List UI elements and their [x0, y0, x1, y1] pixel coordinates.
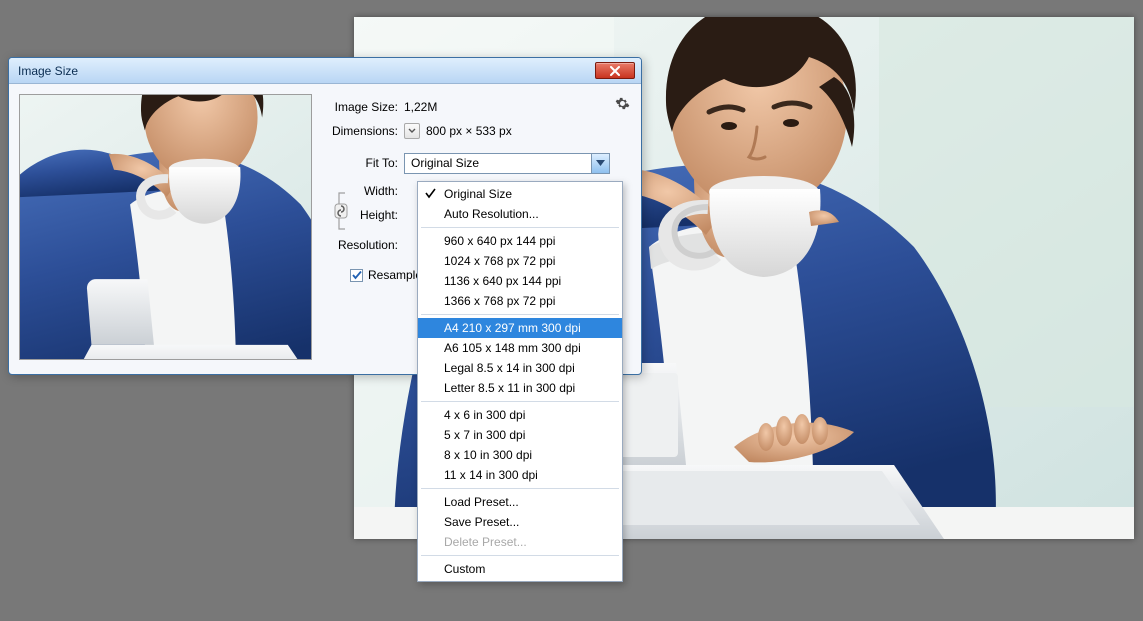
fit-to-option[interactable]: 4 x 6 in 300 dpi — [418, 405, 622, 425]
settings-gear-button[interactable] — [613, 94, 631, 112]
fit-to-option[interactable]: 5 x 7 in 300 dpi — [418, 425, 622, 445]
fit-to-option-label: A6 105 x 148 mm 300 dpi — [444, 341, 581, 355]
fit-to-option[interactable]: 11 x 14 in 300 dpi — [418, 465, 622, 485]
menu-separator — [421, 401, 619, 402]
fit-to-option-label: 960 x 640 px 144 ppi — [444, 234, 555, 248]
dialog-titlebar[interactable]: Image Size — [9, 58, 641, 84]
fit-to-option[interactable]: 1366 x 768 px 72 ppi — [418, 291, 622, 311]
fit-to-option: Delete Preset... — [418, 532, 622, 552]
fit-to-option[interactable]: Original Size — [418, 184, 622, 204]
fit-to-option-label: Auto Resolution... — [444, 207, 539, 221]
fit-to-option[interactable]: A4 210 x 297 mm 300 dpi — [418, 318, 622, 338]
menu-separator — [421, 555, 619, 556]
fit-to-option-label: 1136 x 640 px 144 ppi — [444, 274, 561, 288]
link-width-height[interactable] — [330, 188, 352, 234]
fit-to-option[interactable]: Custom — [418, 559, 622, 579]
menu-separator — [421, 314, 619, 315]
fit-to-option[interactable]: Letter 8.5 x 11 in 300 dpi — [418, 378, 622, 398]
resolution-label: Resolution: — [322, 238, 404, 252]
fit-to-option-label: 1024 x 768 px 72 ppi — [444, 254, 555, 268]
dialog-title: Image Size — [18, 64, 595, 78]
fit-to-option[interactable]: Load Preset... — [418, 492, 622, 512]
close-icon — [609, 66, 621, 76]
image-size-value: 1,22M — [404, 100, 437, 114]
fit-to-combo[interactable]: Original Size — [404, 153, 610, 174]
chevron-down-icon — [408, 128, 416, 134]
fit-to-option[interactable]: Save Preset... — [418, 512, 622, 532]
fit-to-value: Original Size — [405, 156, 591, 170]
fit-to-option-label: 8 x 10 in 300 dpi — [444, 448, 532, 462]
fit-to-option-label: Custom — [444, 562, 485, 576]
fit-to-option-label: A4 210 x 297 mm 300 dpi — [444, 321, 581, 335]
fit-to-option-label: Load Preset... — [444, 495, 519, 509]
dimensions-label: Dimensions: — [322, 124, 404, 138]
resample-checkbox[interactable] — [350, 269, 363, 282]
close-button[interactable] — [595, 62, 635, 79]
fit-to-option[interactable]: 1024 x 768 px 72 ppi — [418, 251, 622, 271]
fit-to-option[interactable]: 1136 x 640 px 144 ppi — [418, 271, 622, 291]
fit-to-option[interactable]: A6 105 x 148 mm 300 dpi — [418, 338, 622, 358]
chevron-down-icon — [596, 160, 605, 166]
fit-to-dropdown[interactable]: Original Size Auto Resolution... 960 x 640… — [417, 181, 623, 582]
fit-to-option[interactable]: 960 x 640 px 144 ppi — [418, 231, 622, 251]
fit-to-option-label: 11 x 14 in 300 dpi — [444, 468, 538, 482]
fit-to-option[interactable]: 8 x 10 in 300 dpi — [418, 445, 622, 465]
fit-to-option-label: Legal 8.5 x 14 in 300 dpi — [444, 361, 575, 375]
menu-separator — [421, 227, 619, 228]
fit-to-option-label: Delete Preset... — [444, 535, 527, 549]
fit-to-option[interactable]: Auto Resolution... — [418, 204, 622, 224]
fit-to-label: Fit To: — [322, 156, 404, 170]
gear-icon — [615, 96, 630, 111]
check-icon — [425, 188, 436, 199]
menu-separator — [421, 488, 619, 489]
fit-to-option-label: Letter 8.5 x 11 in 300 dpi — [444, 381, 575, 395]
fit-to-option-label: 4 x 6 in 300 dpi — [444, 408, 525, 422]
fit-to-option-label: Original Size — [444, 187, 512, 201]
fit-to-option-label: 1366 x 768 px 72 ppi — [444, 294, 555, 308]
fit-to-option-label: Save Preset... — [444, 515, 519, 529]
fit-to-combo-button[interactable] — [591, 154, 609, 173]
check-icon — [352, 270, 362, 280]
dimensions-units-button[interactable] — [404, 123, 420, 139]
preview-thumbnail — [19, 94, 312, 360]
fit-to-option[interactable]: Legal 8.5 x 14 in 300 dpi — [418, 358, 622, 378]
image-size-label: Image Size: — [322, 100, 404, 114]
dimensions-value: 800 px × 533 px — [426, 124, 512, 138]
fit-to-option-label: 5 x 7 in 300 dpi — [444, 428, 525, 442]
link-icon — [331, 189, 351, 233]
